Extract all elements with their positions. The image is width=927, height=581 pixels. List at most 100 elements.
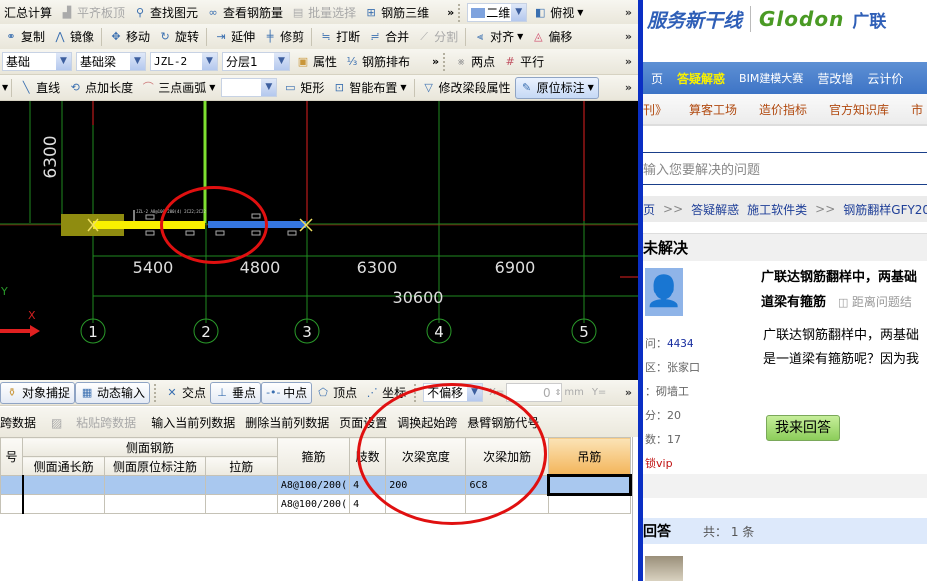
table-cell[interactable]: 4 (349, 494, 387, 514)
summary-calc-button[interactable]: 汇总计算 (0, 2, 56, 24)
table-cell[interactable] (21, 475, 106, 495)
axis-label-5[interactable]: 5 (579, 323, 589, 341)
col-header-tie[interactable]: 拉筋 (204, 456, 278, 476)
view-rebar-qty-button[interactable]: ∞ 查看钢筋量 (202, 2, 287, 24)
answerer-avatar[interactable] (645, 556, 683, 581)
coordinate-snap-toggle[interactable]: ⋰ 坐标 (361, 382, 410, 404)
find-element-button[interactable]: ⚲ 查找图元 (129, 2, 202, 24)
table-cell[interactable]: 6C8 (465, 475, 549, 495)
col-header-side-through[interactable]: 侧面通长筋 (22, 456, 106, 476)
split-button[interactable]: ⟋ 分割 (413, 26, 462, 48)
user-avatar[interactable]: 👤 (645, 268, 683, 316)
x-coord-input[interactable]: 0 ⇕ (506, 383, 563, 402)
component-type-select[interactable]: 基础梁 ▼ (76, 52, 146, 71)
toolbar-grip[interactable] (458, 3, 461, 22)
glodon-logo[interactable]: Glodon (759, 7, 844, 31)
cantilever-rebar-code-button[interactable]: 悬臂钢筋代号 (462, 414, 544, 431)
table-row[interactable]: A8@100/200( 4 200 6C8 (0, 474, 633, 496)
component-name-select[interactable]: JZL-2 ▼ (150, 52, 218, 71)
axis-label-3[interactable]: 3 (302, 323, 312, 341)
nav-home[interactable]: 页 (651, 70, 663, 87)
cad-drawing-canvas[interactable]: JZL-2 A8@100/200(4) 2C22;2C22 6300 5400 … (0, 101, 638, 380)
col-header-stirrup[interactable]: 箍筋 (276, 437, 351, 476)
batch-select-button[interactable]: ▤ 批量选择 (287, 2, 360, 24)
breadcrumb-home[interactable]: 页 (643, 201, 655, 218)
table-cell[interactable] (204, 475, 278, 495)
nav-qa[interactable]: 答疑解惑 (677, 70, 725, 87)
view-mode-select[interactable]: 二维 ▼ (467, 3, 528, 22)
col-header-legs[interactable]: 肢数 (349, 437, 387, 476)
table-cell[interactable] (0, 475, 24, 495)
table-cell[interactable] (547, 494, 632, 514)
table-cell[interactable] (104, 475, 206, 495)
nav-cloud-pricing[interactable]: 云计价 (867, 70, 903, 87)
delete-column-data-button[interactable]: 删除当前列数据 (240, 414, 334, 431)
toolbar-grip[interactable] (154, 383, 157, 402)
question-title[interactable]: 广联达钢筋翻样中，两基础 道梁有箍筋 ◫ 距离问题结 (761, 266, 917, 315)
toolbar-overflow-icon[interactable]: » (625, 81, 632, 94)
vip-link[interactable]: 锁vip (645, 452, 700, 476)
table-cell[interactable] (465, 494, 549, 514)
table-row[interactable]: A8@100/200( 4 (0, 494, 632, 514)
toolbar-grip[interactable] (443, 52, 446, 71)
breadcrumb-construction-software[interactable]: 施工软件类 (747, 201, 807, 218)
align-slab-top-button[interactable]: ▟ 平齐板顶 (56, 2, 129, 24)
parallel-button[interactable]: # 平行 (499, 51, 548, 73)
axis-label-4[interactable]: 4 (434, 323, 444, 341)
toolbar-overflow-icon[interactable]: » (625, 55, 632, 68)
vertex-snap-toggle[interactable]: ⬠ 顶点 (312, 382, 361, 404)
two-point-button[interactable]: ⨳ 两点 (450, 51, 499, 73)
subnav-knowledge-base[interactable]: 官方知识库 (829, 101, 889, 118)
draw-option-select[interactable]: ▼ (221, 78, 278, 97)
col-header-secondary-beam-rebar[interactable]: 次梁加筋 (465, 437, 549, 476)
axis-label-1[interactable]: 1 (88, 323, 98, 341)
site-logo-cn[interactable]: 服务新干线 (647, 6, 742, 33)
table-cell-active[interactable] (546, 474, 633, 496)
view-angle-button[interactable]: ◧ 俯视 ▼ (529, 2, 587, 24)
table-cell[interactable] (104, 494, 206, 514)
offset-button[interactable]: ◬ 偏移 (527, 26, 576, 48)
align-button[interactable]: ⫷ 对齐 ▼ (469, 26, 527, 48)
rotate-button[interactable]: ↻ 旋转 (154, 26, 203, 48)
table-cell[interactable]: A8@100/200( (276, 475, 351, 495)
subnav-suanke[interactable]: 算客工场 (689, 101, 737, 118)
spinner-icon[interactable]: ⇕ (555, 388, 562, 397)
subnav-market[interactable]: 市 (911, 101, 923, 118)
rebar-layout-button[interactable]: ⅓ 钢筋排布 (341, 51, 414, 73)
edit-beam-segment-button[interactable]: ▽ 修改梁段属性 (418, 77, 515, 99)
rectangle-button[interactable]: ▭ 矩形 (279, 77, 328, 99)
col-header-hanger-rebar[interactable]: 吊筋 (547, 437, 632, 476)
line-button[interactable]: ╲ 直线 (15, 77, 64, 99)
extend-button[interactable]: ⇥ 延伸 (210, 26, 259, 48)
breadcrumb-qa[interactable]: 答疑解惑 (691, 201, 739, 218)
table-cell[interactable] (204, 494, 278, 514)
smart-layout-button[interactable]: ⊡ 智能布置 ▼ (328, 77, 410, 99)
toolbar-overflow-icon[interactable]: » (625, 30, 632, 43)
question-search-input[interactable]: 输入您要解决的问题 (643, 152, 927, 185)
answer-button[interactable]: 我来回答 (766, 415, 840, 441)
col-header-secondary-beam-width[interactable]: 次梁宽度 (385, 437, 467, 476)
dropdown-arrow-icon[interactable]: ▼ (2, 83, 8, 92)
table-cell[interactable] (0, 494, 24, 514)
toolbar-grip[interactable] (414, 383, 417, 402)
toolbar-overflow-icon[interactable]: » (625, 6, 632, 19)
table-cell[interactable]: A8@100/200( (276, 494, 351, 514)
span-data-button[interactable]: 跨数据 (0, 414, 41, 431)
dynamic-input-toggle[interactable]: ▦ 动态输入 (75, 381, 151, 404)
table-cell[interactable]: 200 (385, 475, 467, 495)
page-setup-button[interactable]: 页面设置 (334, 414, 392, 431)
inplace-annotation-button[interactable]: ✎ 原位标注 ▼ (514, 76, 599, 99)
break-button[interactable]: ≒ 打断 (315, 26, 364, 48)
layer-select[interactable]: 分层1 ▼ (222, 52, 290, 71)
table-cell[interactable] (385, 494, 467, 514)
merge-button[interactable]: ≓ 合并 (364, 26, 413, 48)
input-column-data-button[interactable]: 输入当前列数据 (146, 414, 240, 431)
mirror-button[interactable]: ⋀ 镜像 (49, 26, 98, 48)
subnav-journal[interactable]: 刊》 (643, 101, 667, 118)
intersection-snap-toggle[interactable]: ✕ 交点 (161, 382, 210, 404)
axis-label-2[interactable]: 2 (201, 323, 211, 341)
move-button[interactable]: ✥ 移动 (105, 26, 154, 48)
three-point-arc-button[interactable]: ⌒ 三点画弧 ▼ (137, 77, 219, 99)
toolbar-overflow-icon[interactable]: » (625, 386, 632, 399)
rebar-3d-button[interactable]: ⊞ 钢筋三维 (360, 2, 433, 24)
